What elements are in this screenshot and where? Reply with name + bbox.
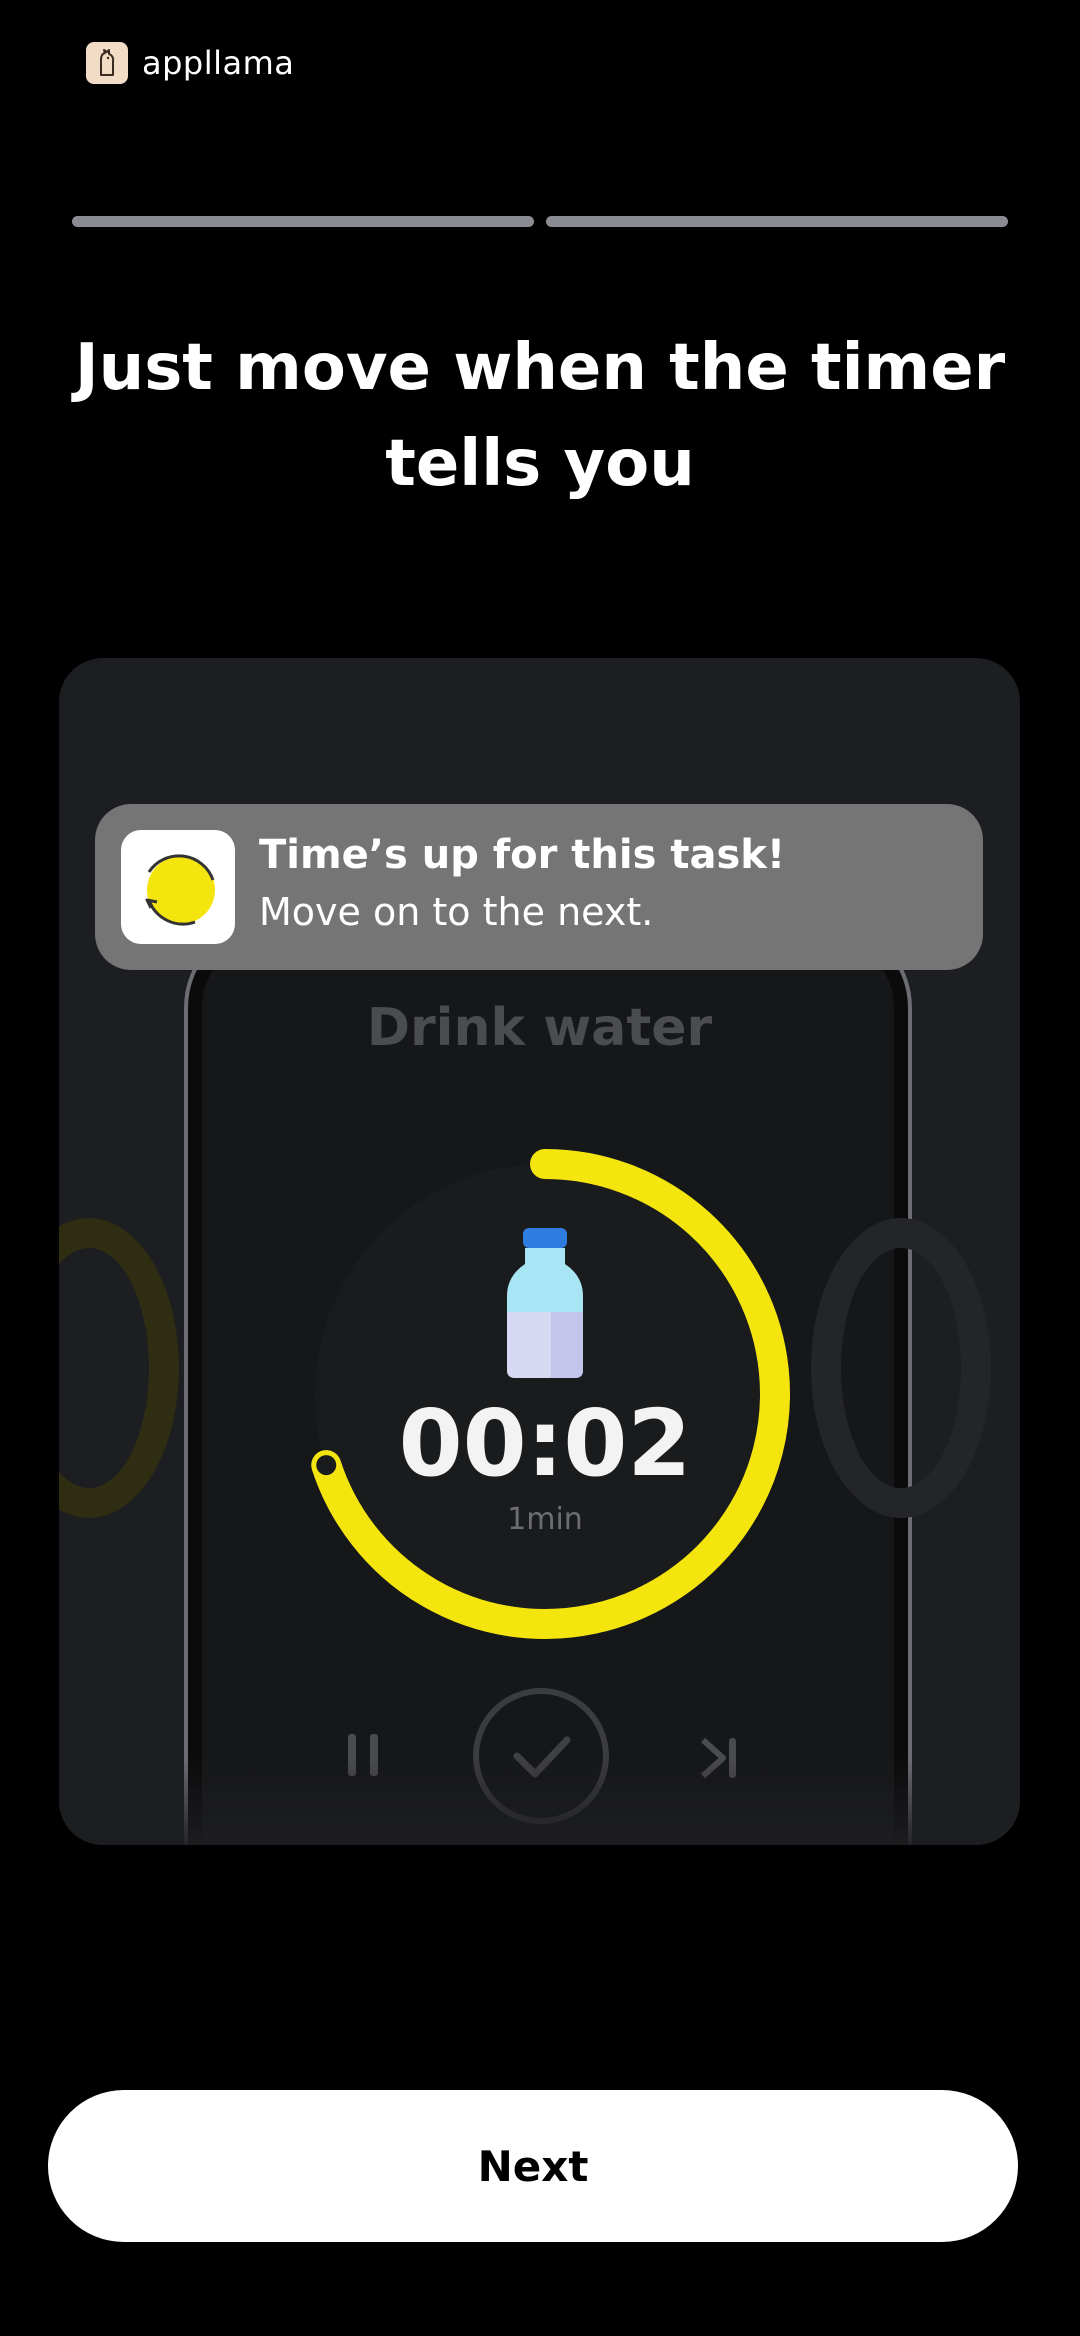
llama-logo-icon (86, 42, 128, 84)
timer-app-icon (121, 830, 235, 944)
brand-name: appllama (142, 44, 295, 82)
brand-logo: appllama (86, 42, 294, 84)
task-title: Drink water (366, 998, 713, 1058)
timer-time: 00:02 (398, 1390, 692, 1497)
water-bottle-icon (495, 1224, 595, 1384)
notification-body: Move on to the next. (259, 890, 654, 934)
onboarding-progress (72, 216, 1008, 227)
preview-fade (59, 1758, 1020, 1845)
feature-preview-card: Drink water 00:02 1min Time’s up for thi… (59, 658, 1020, 1845)
previous-task-ring (59, 1218, 179, 1518)
progress-segment-2 (546, 216, 1008, 227)
progress-segment-1 (72, 216, 534, 227)
task-timer: 00:02 1min (295, 1144, 795, 1644)
next-button[interactable]: Next (48, 2090, 1018, 2242)
timer-duration: 1min (507, 1502, 583, 1537)
next-task-ring (811, 1218, 991, 1518)
page-title: Just move when the timer tells you (74, 331, 1006, 501)
notification-banner: Time’s up for this task! Move on to the … (95, 804, 983, 970)
notification-title: Time’s up for this task! (259, 832, 786, 878)
